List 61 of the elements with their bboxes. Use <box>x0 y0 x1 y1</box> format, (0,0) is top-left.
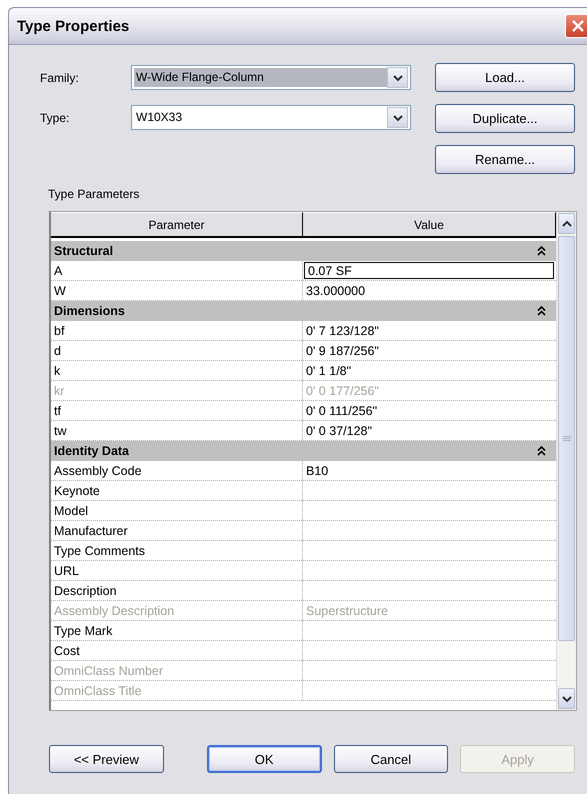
close-icon <box>571 19 585 33</box>
parameter-name: Model <box>54 504 88 518</box>
dropdown[interactable]: W-Wide Flange-Column <box>131 65 411 90</box>
scroll-up-button[interactable] <box>558 213 575 234</box>
parameter-name: k <box>54 364 60 378</box>
group-header[interactable]: Dimensions <box>51 301 556 321</box>
parameter-value: 0' 1 1/8" <box>306 364 352 378</box>
field-label: Family: <box>40 70 80 84</box>
parameter-value: 0' 0 177/256" <box>306 384 379 398</box>
window-title: Type Properties <box>17 18 130 34</box>
parameter-name: Type Comments <box>54 544 146 558</box>
group-title: Identity Data <box>54 444 130 458</box>
scroll-thumb[interactable] <box>558 236 575 641</box>
parameter-name: bf <box>54 324 64 338</box>
collapse-icon[interactable] <box>537 306 546 316</box>
parameter-value: 0' 7 123/128" <box>306 324 379 338</box>
dialog-button[interactable]: Rename... <box>435 145 575 174</box>
dialog-button[interactable]: OK <box>206 745 322 773</box>
parameter-value: 0' 0 111/256" <box>306 404 378 418</box>
dropdown[interactable]: W10X33 <box>131 105 411 130</box>
section-label: Type Parameters <box>48 187 140 201</box>
parameter-name: A <box>54 264 62 278</box>
parameter-value: 0' 9 187/256" <box>306 344 379 358</box>
parameter-name: Description <box>54 584 117 598</box>
collapse-icon[interactable] <box>537 446 546 456</box>
column-header[interactable]: Parameter <box>51 212 303 236</box>
parameter-name: Manufacturer <box>54 524 128 538</box>
parameter-name: OmniClass Number <box>54 664 164 678</box>
parameter-name: tw <box>54 424 66 438</box>
parameter-value: 0.07 SF <box>308 264 352 278</box>
parameter-name: Type Mark <box>54 624 112 638</box>
parameter-value: Superstructure <box>306 604 388 618</box>
parameter-name: Cost <box>54 644 80 658</box>
close-button[interactable] <box>565 14 587 38</box>
scroll-bar[interactable] <box>556 212 576 710</box>
dialog-button[interactable]: << Preview <box>49 745 164 773</box>
parameter-name: kr <box>54 384 64 398</box>
collapse-icon[interactable] <box>537 246 546 256</box>
parameter-name: URL <box>54 564 80 578</box>
value-input-field[interactable]: 0.07 SF <box>304 262 554 279</box>
parameter-value: B10 <box>306 464 328 478</box>
parameter-name: d <box>54 344 61 358</box>
parameter-name: Assembly Code <box>54 464 142 478</box>
parameter-name: Assembly Description <box>54 604 174 618</box>
dialog-button[interactable]: Load... <box>435 63 575 92</box>
parameter-name: tf <box>54 404 61 418</box>
grip-icon <box>562 436 570 442</box>
parameter-name: W <box>54 284 66 298</box>
group-title: Structural <box>54 244 114 258</box>
group-header[interactable]: Identity Data <box>51 441 556 461</box>
group-header[interactable]: Structural <box>51 241 556 261</box>
parameter-name: Keynote <box>54 484 100 498</box>
column-header[interactable]: Value <box>303 212 556 236</box>
field-label: Type: <box>40 110 70 124</box>
dialog-button[interactable]: Duplicate... <box>435 104 575 133</box>
parameter-value: 33.000000 <box>306 284 366 298</box>
scroll-down-button[interactable] <box>558 688 575 709</box>
parameter-name: OmniClass Title <box>54 684 142 698</box>
group-title: Dimensions <box>54 304 125 318</box>
dialog-button[interactable]: Cancel <box>334 745 448 773</box>
parameter-value: 0' 0 37/128" <box>306 424 372 438</box>
